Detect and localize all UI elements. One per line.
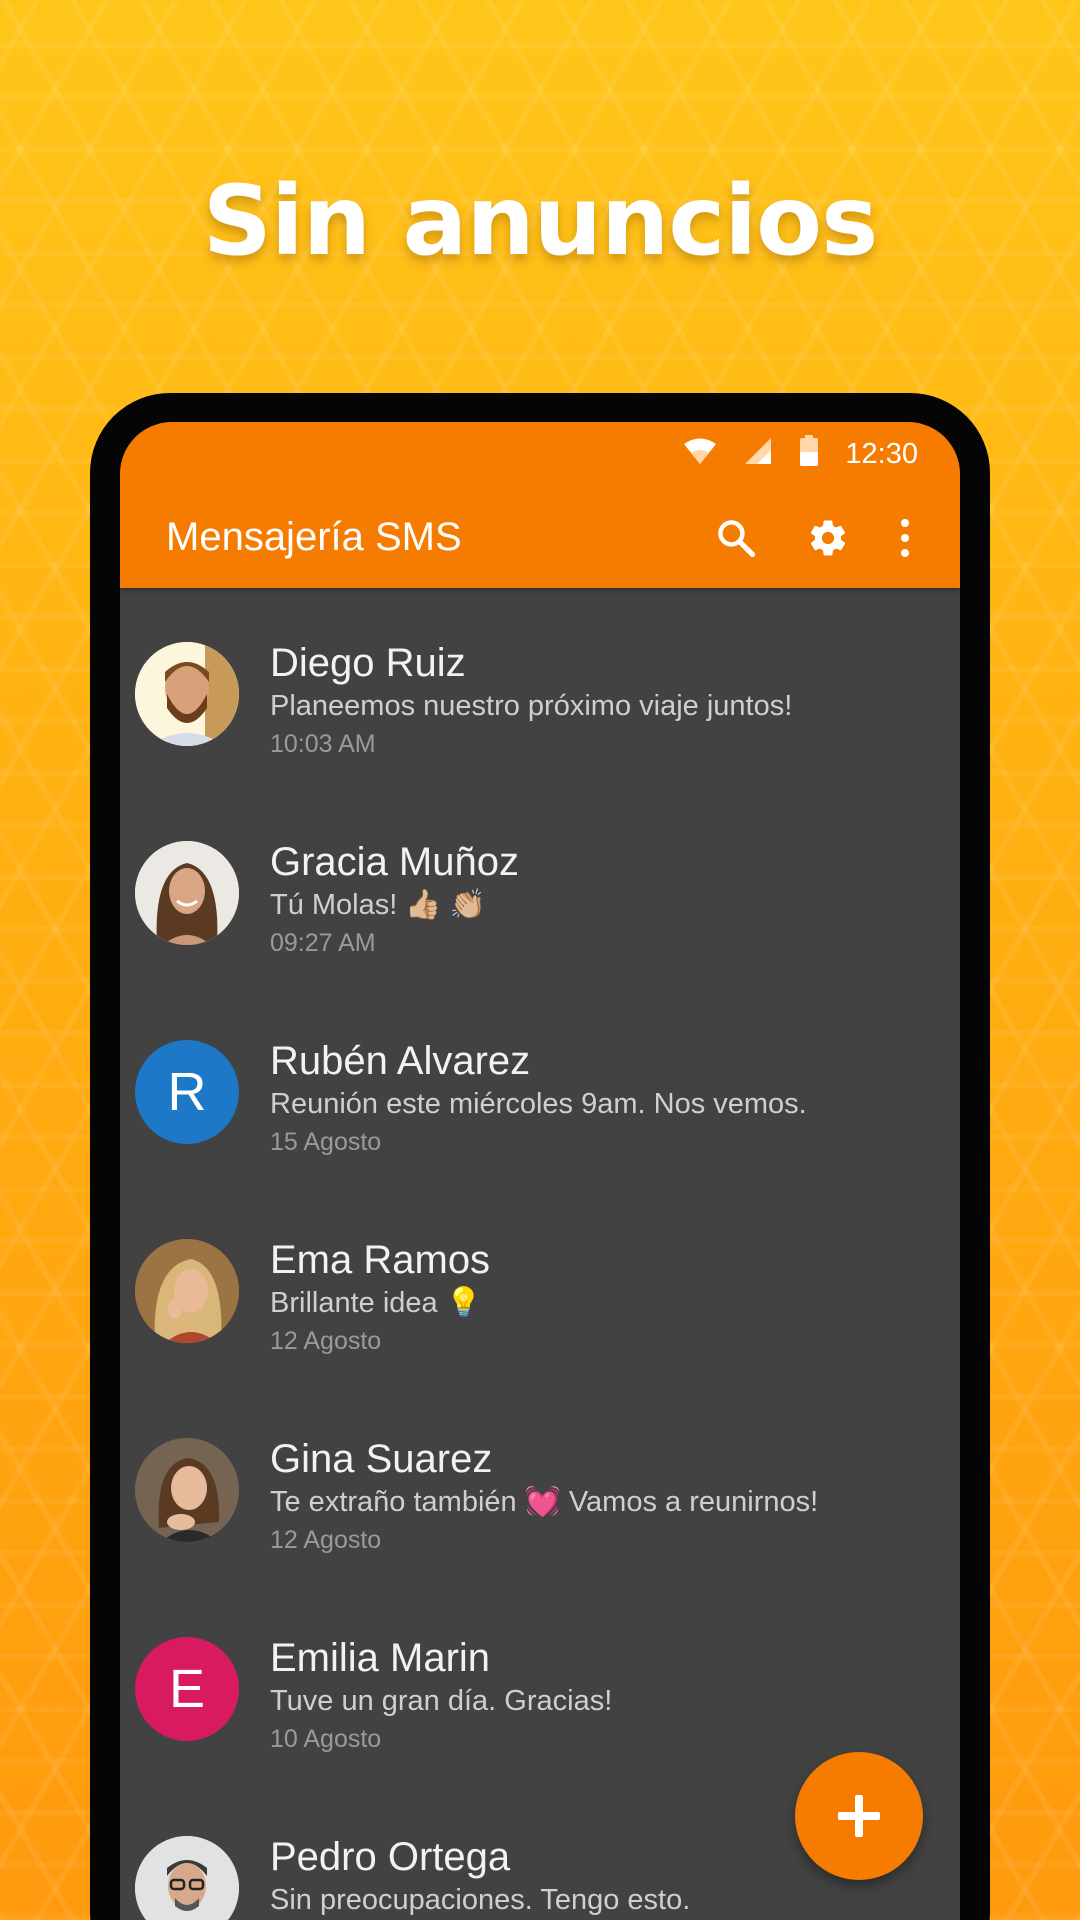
message-preview: Planeemos nuestro próximo viaje juntos!	[270, 690, 793, 722]
contact-name: Gina Suarez	[270, 1437, 493, 1481]
message-preview: Te extraño también 💓 Vamos a reunirnos!	[270, 1486, 819, 1518]
promo-headline: Sin anuncios	[202, 165, 879, 277]
message-preview: Tuve un gran día. Gracias!	[270, 1685, 613, 1717]
conversation-row[interactable]: Diego Ruiz Planeemos nuestro próximo via…	[120, 602, 960, 801]
gear-icon	[810, 520, 846, 556]
contact-name: Rubén Alvarez	[270, 1039, 531, 1083]
message-time: 12 Agosto	[270, 1327, 382, 1355]
avatar-letter: R	[135, 1040, 239, 1144]
message-preview: Sin preocupaciones. Tengo esto.	[270, 1884, 691, 1916]
avatar	[135, 1438, 239, 1542]
conversation-row[interactable]: R Rubén Alvarez Reunión este miércoles 9…	[120, 1000, 960, 1199]
message-time: 10:03 AM	[270, 730, 376, 758]
phone-screen: 12:30 Mensajería SMS Diego Ruiz Planeemo…	[120, 422, 960, 1920]
app-bar: Mensajería SMS	[120, 487, 960, 588]
settings-button[interactable]	[788, 498, 868, 578]
status-bar: 12:30	[120, 422, 960, 487]
contact-name: Ema Ramos	[270, 1238, 491, 1282]
message-preview: Tú Molas! 👍🏼 👏🏼	[270, 889, 486, 921]
status-time: 12:30	[845, 438, 918, 470]
message-preview: Brillante idea 💡	[270, 1287, 482, 1319]
more-vert-icon	[901, 518, 909, 557]
contact-name: Emilia Marin	[270, 1636, 491, 1680]
contact-name: Diego Ruiz	[270, 641, 466, 685]
search-icon	[718, 519, 756, 557]
wifi-icon	[683, 437, 717, 473]
search-button[interactable]	[696, 498, 776, 578]
message-time: 10 Agosto	[270, 1725, 382, 1753]
avatar-letter: E	[135, 1637, 239, 1741]
avatar	[135, 642, 239, 746]
conversation-row[interactable]: Gracia Muñoz Tú Molas! 👍🏼 👏🏼 09:27 AM	[120, 801, 960, 1000]
message-time: 12 Agosto	[270, 1526, 382, 1554]
conversation-list: Diego Ruiz Planeemos nuestro próximo via…	[120, 588, 960, 1920]
message-time: 09:27 AM	[270, 929, 376, 957]
avatar	[135, 1239, 239, 1343]
message-time: 15 Agosto	[270, 1128, 382, 1156]
new-message-button[interactable]	[795, 1752, 923, 1880]
avatar	[135, 841, 239, 945]
avatar-initial: E	[168, 1659, 206, 1719]
message-preview: Reunión este miércoles 9am. Nos vemos.	[270, 1088, 807, 1120]
conversation-row[interactable]: Ema Ramos Brillante idea 💡 12 Agosto	[120, 1199, 960, 1398]
overflow-menu-button[interactable]	[880, 498, 930, 578]
avatar-initial: R	[167, 1062, 207, 1122]
conversation-row[interactable]: Gina Suarez Te extraño también 💓 Vamos a…	[120, 1398, 960, 1597]
signal-icon	[743, 437, 773, 473]
contact-name: Gracia Muñoz	[270, 840, 519, 884]
battery-icon	[799, 434, 819, 475]
avatar	[135, 1836, 239, 1920]
plus-icon	[838, 1795, 880, 1837]
app-title: Mensajería SMS	[166, 515, 462, 559]
